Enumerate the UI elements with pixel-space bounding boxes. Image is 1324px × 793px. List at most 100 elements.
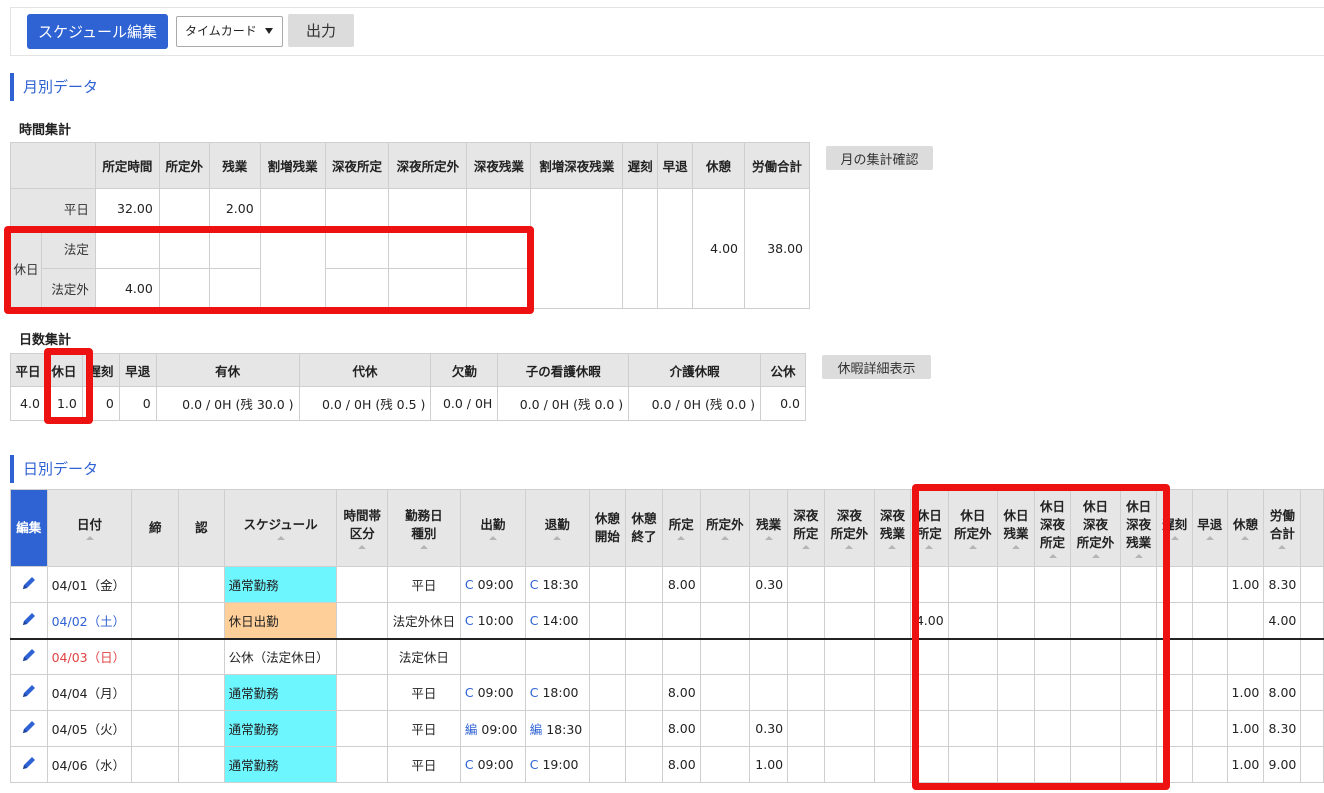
cell-night-sched xyxy=(787,674,825,711)
column-header-hol-night-sched[interactable]: 休日 深夜 所定 xyxy=(1033,489,1072,567)
cell-hol-night-nonsched xyxy=(1070,566,1121,603)
column-header-scheduled[interactable]: 所定 xyxy=(661,489,701,567)
nonlegal-overtime xyxy=(208,268,261,309)
column-header-night-ot[interactable]: 深夜 残業 xyxy=(874,489,911,567)
days-header: 子の看護休暇 xyxy=(497,353,630,387)
view-select[interactable]: タイムカード xyxy=(176,16,283,47)
column-header-late[interactable]: 遅刻 xyxy=(1156,489,1193,567)
cell-hol-sched: 4.00 xyxy=(909,602,949,639)
clock-out-time: 14:00 xyxy=(542,612,579,628)
edit-row-button[interactable] xyxy=(10,674,48,711)
table-row: 04/06（水） 通常勤務 平日 C 09:00 C 19:00 8.00 1.00 1.00… xyxy=(10,746,1324,783)
table-row: 04/02（土） 休日出勤 法定外休日 C 10:00 C 14:00 4.00 4.00 xyxy=(10,602,1324,639)
column-header-night-nonsched[interactable]: 深夜 所定外 xyxy=(823,489,876,567)
monthly-section-title: 月別データ xyxy=(10,73,98,101)
cell-schedule: 通常勤務 xyxy=(223,674,338,711)
table-row: 04/03（日） 公休（法定休日） 法定休日 xyxy=(10,637,1324,675)
schedule-edit-button[interactable]: スケジュール編集 xyxy=(27,14,168,49)
output-button[interactable]: 出力 xyxy=(288,14,354,47)
table-row: 04/01（金） 通常勤務 平日 C 09:00 C 18:30 8.00 0.30 1.00… xyxy=(10,566,1324,603)
clock-out-time: 18:00 xyxy=(542,685,579,700)
column-header-time-zone[interactable]: 時間帯 区分 xyxy=(336,489,388,567)
cell-approve xyxy=(178,566,225,603)
cell-date[interactable]: 04/02（土） xyxy=(46,602,133,639)
days-value: 0.0 / 0H (残 0.5 ) xyxy=(298,386,432,421)
cell-night-nonsched xyxy=(823,746,876,783)
cell-hol-night-sched xyxy=(1033,746,1072,783)
cell-hol-nonsched xyxy=(947,746,999,783)
cell-date[interactable]: 04/04（月） xyxy=(46,674,133,711)
leave-detail-button[interactable]: 休暇詳細表示 xyxy=(822,355,931,379)
cell-hol-sched xyxy=(909,746,949,783)
cell-night-nonsched xyxy=(823,566,876,603)
cell-early xyxy=(1191,637,1228,675)
daily-header-row: 編集 日付 締 認 スケジュール 時間帯 区分 勤務日 種別 出勤 退勤 休憩 開始 … xyxy=(10,489,1324,567)
cell-hol-night-ot xyxy=(1119,566,1158,603)
edit-row-button[interactable] xyxy=(10,710,48,747)
monthly-confirm-button[interactable]: 月の集計確認 xyxy=(826,146,933,170)
cell-day-type: 平日 xyxy=(386,746,461,783)
column-header-night-sched[interactable]: 深夜 所定 xyxy=(787,489,825,567)
nonlegal-scheduled: 4.00 xyxy=(94,268,160,309)
cell-night-ot xyxy=(874,674,911,711)
column-header-date[interactable]: 日付 xyxy=(46,489,133,567)
edit-row-button[interactable] xyxy=(10,746,48,783)
column-header-work-total[interactable]: 労働 合計 xyxy=(1263,489,1302,567)
column-header-overtime[interactable]: 残業 xyxy=(749,489,789,567)
time-header: 割増深夜残業 xyxy=(530,142,624,189)
edit-row-button[interactable] xyxy=(10,602,48,639)
column-header-clock-out[interactable]: 退勤 xyxy=(524,489,590,567)
sort-icon xyxy=(720,536,729,540)
days-value: 0 xyxy=(118,386,157,421)
cell-clock-in: C 09:00 xyxy=(459,674,526,711)
column-header-nonscheduled[interactable]: 所定外 xyxy=(699,489,751,567)
edit-row-button[interactable] xyxy=(10,637,48,675)
row-label-holiday: 休日 xyxy=(10,228,42,309)
legal-scheduled xyxy=(94,228,160,269)
column-header-hol-nonsched[interactable]: 休日 所定外 xyxy=(947,489,999,567)
cell-nonscheduled xyxy=(699,566,751,603)
column-header-clock-in[interactable]: 出勤 xyxy=(459,489,526,567)
weekday-nonscheduled xyxy=(158,188,210,229)
sort-icon xyxy=(488,536,497,540)
cell-early xyxy=(1191,746,1228,783)
days-header: 平日 xyxy=(10,353,46,387)
column-header-hol-ot[interactable]: 休日 残業 xyxy=(997,489,1035,567)
days-value: 1.0 xyxy=(44,386,83,421)
cell-date[interactable]: 04/06（水） xyxy=(46,746,133,783)
column-header-day-type[interactable]: 勤務日 種別 xyxy=(386,489,461,567)
column-header-break[interactable]: 休憩 xyxy=(1226,489,1265,567)
cell-hol-sched xyxy=(909,674,949,711)
time-summary-table: 所定時間 所定外 残業 割増残業 深夜所定 深夜所定外 深夜残業 割増深夜残業 … xyxy=(10,142,811,309)
cell-schedule: 通常勤務 xyxy=(223,566,338,603)
cell-clock-out: C 18:00 xyxy=(524,674,590,711)
edit-row-button[interactable] xyxy=(10,566,48,603)
column-header-hol-night-ot[interactable]: 休日 深夜 残業 xyxy=(1119,489,1158,567)
legal-overtime xyxy=(208,228,261,269)
cell-clock-in xyxy=(459,637,526,675)
cell-overtime xyxy=(749,674,789,711)
cell-hol-night-sched xyxy=(1033,566,1072,603)
cell-early xyxy=(1191,710,1228,747)
cell-work-total: 8.00 xyxy=(1263,674,1302,711)
days-header: 公休 xyxy=(760,353,806,387)
cell-night-sched xyxy=(787,746,825,783)
sort-icon xyxy=(553,536,562,540)
time-header: 深夜残業 xyxy=(466,142,532,189)
cell-overtime: 0.30 xyxy=(749,566,789,603)
daily-table: 編集 日付 締 認 スケジュール 時間帯 区分 勤務日 種別 出勤 退勤 休憩 開始 … xyxy=(10,489,1324,783)
clock-out-time: 18:30 xyxy=(542,577,579,592)
cell-break-start xyxy=(588,602,627,639)
column-header-hol-night-nonsched[interactable]: 休日 深夜 所定外 xyxy=(1070,489,1121,567)
cell-date[interactable]: 04/03（日） xyxy=(46,637,133,675)
column-header-schedule[interactable]: スケジュール xyxy=(223,489,338,567)
time-header: 休憩 xyxy=(692,142,745,189)
column-header-break-end: 休憩 終了 xyxy=(625,489,663,567)
days-header: 代休 xyxy=(298,353,432,387)
cell-day-type: 法定休日 xyxy=(386,637,461,675)
cell-date[interactable]: 04/05（火） xyxy=(46,710,133,747)
cell-date[interactable]: 04/01（金） xyxy=(46,566,133,603)
column-header-early[interactable]: 早退 xyxy=(1191,489,1228,567)
cell-break-end xyxy=(625,746,663,783)
column-header-hol-sched[interactable]: 休日 所定 xyxy=(909,489,949,567)
